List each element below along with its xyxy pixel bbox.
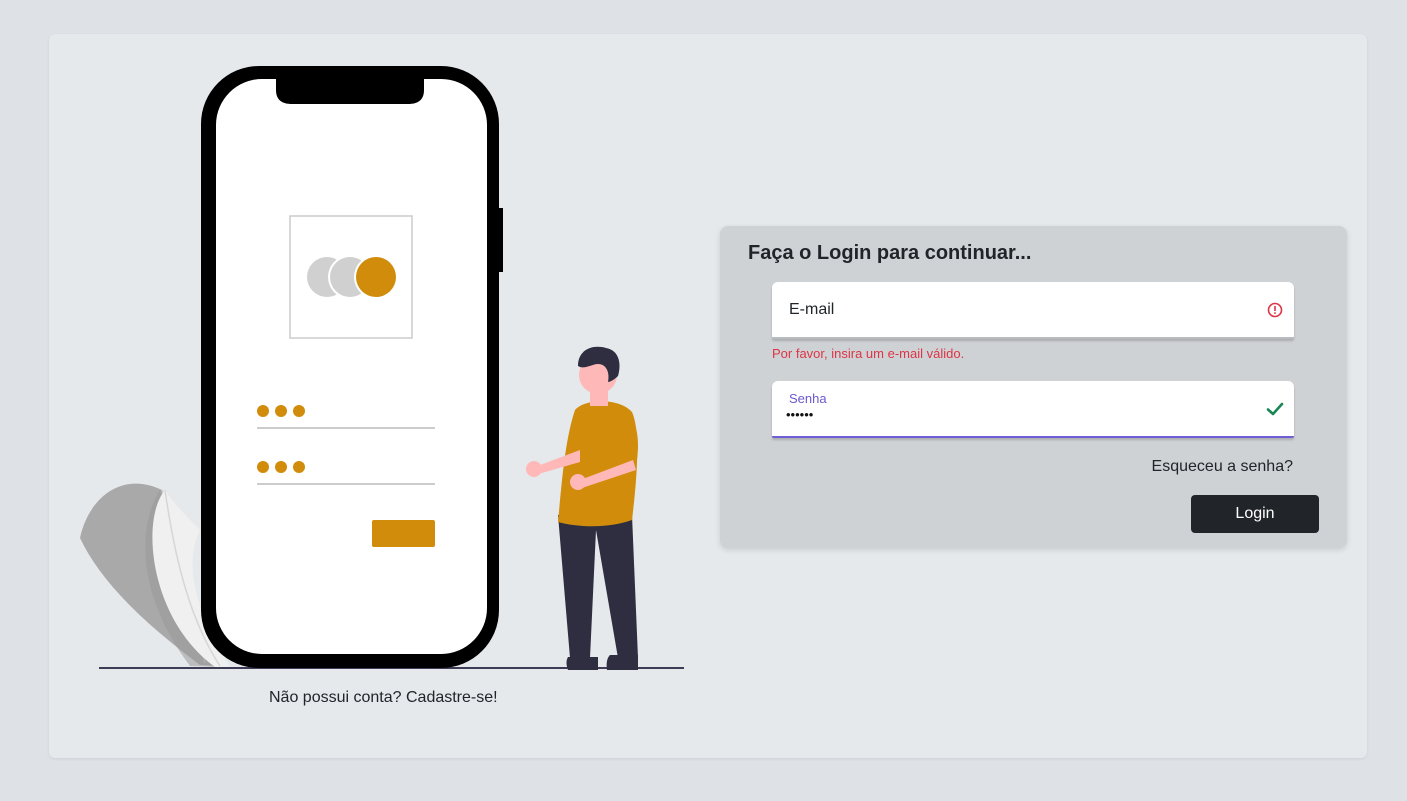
login-panel: Faça o Login para continuar... E-mail Po… [720,226,1347,548]
password-value: •••••• [786,407,814,422]
email-error-message: Por favor, insira um e-mail válido. [772,346,965,361]
login-illustration [80,66,684,670]
signup-prompt-text: Não possui conta? [269,689,402,706]
login-title: Faça o Login para continuar... [748,242,1032,264]
email-input[interactable] [772,282,1294,337]
signup-link[interactable]: Cadastre-se! [406,689,498,706]
email-field[interactable]: E-mail [772,282,1294,339]
check-icon [1266,400,1284,418]
person-icon [526,346,638,670]
alert-circle-icon [1266,301,1284,319]
login-button[interactable]: Login [1191,495,1319,533]
phone-icon [201,66,503,668]
password-label: Senha [789,391,827,406]
password-field[interactable]: Senha •••••• [772,381,1294,438]
signup-prompt: Não possui conta? Cadastre-se! [269,689,498,707]
forgot-password-link[interactable]: Esqueceu a senha? [1152,458,1293,476]
